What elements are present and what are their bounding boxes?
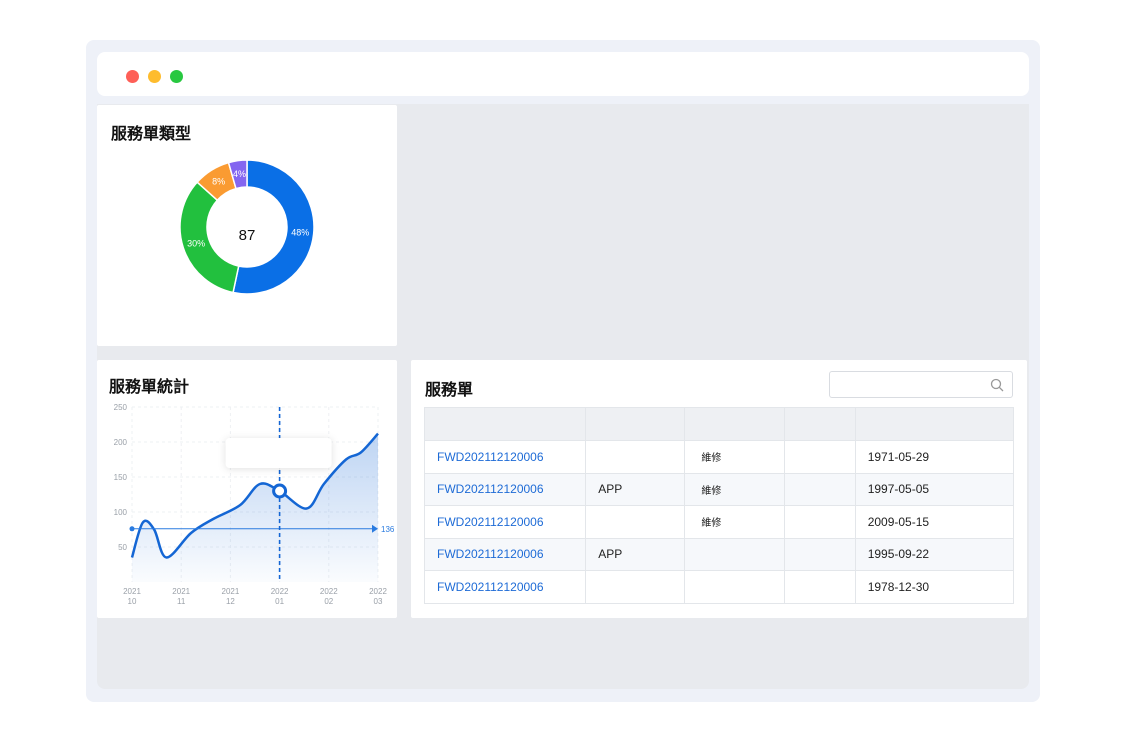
x-tick-month: 11 xyxy=(177,597,186,606)
table-column-header xyxy=(684,407,785,441)
x-tick-month: 10 xyxy=(128,597,137,606)
service-orders-title: 服務單 xyxy=(425,382,474,399)
table-cell xyxy=(783,537,856,571)
table-cell xyxy=(783,440,856,474)
service-orders-table: FWD202112120006 維修 1971-05-29 FWD2021121200… xyxy=(423,407,1015,604)
service-stats-card: 服務單統計 250 200 150 100 50 2021 10 2021 11 2021 12 20… xyxy=(97,360,397,618)
table-column-header xyxy=(585,407,686,441)
table-cell: 1997-05-05 xyxy=(854,472,1015,506)
table-row[interactable]: FWD202112120006 APP 維修 1997-05-05 xyxy=(423,472,1015,506)
order-id-link[interactable]: FWD202112120006 xyxy=(437,482,544,496)
order-date-cell: 1997-05-05 xyxy=(867,482,930,497)
search-icon[interactable] xyxy=(990,378,1004,392)
table-cell: APP xyxy=(585,472,686,506)
x-tick-year: 2021 xyxy=(172,587,190,596)
table-column-header xyxy=(783,407,856,441)
table-cell: 維修 xyxy=(684,440,785,474)
table-cell: 1995-09-22 xyxy=(854,537,1015,571)
order-id-link[interactable]: FWD202112120006 xyxy=(437,547,544,561)
table-cell: FWD202112120006 xyxy=(423,570,587,604)
donut-center-value: 87 xyxy=(238,227,256,244)
order-date-cell: 1978-12-30 xyxy=(867,579,930,594)
order-source-cell: APP xyxy=(598,482,623,497)
order-id-link[interactable]: FWD202112120006 xyxy=(437,580,544,594)
donut-slice-label: 48% xyxy=(291,228,309,238)
donut-slice-label: 30% xyxy=(187,239,205,249)
x-tick-month: 03 xyxy=(374,597,383,606)
x-tick-month: 12 xyxy=(226,597,235,606)
minimize-window-button[interactable] xyxy=(148,70,161,83)
table-cell: 2009-05-15 xyxy=(854,505,1015,539)
y-tick-label: 250 xyxy=(114,403,128,412)
table-cell: FWD202112120006 xyxy=(423,472,587,506)
table-row[interactable]: FWD202112120006 APP 1995-09-22 xyxy=(423,537,1015,571)
window-titlebar xyxy=(97,52,1029,96)
order-type-cell: 維修 xyxy=(701,518,722,530)
order-id-link[interactable]: FWD202112120006 xyxy=(437,450,544,464)
marker-start-point xyxy=(129,526,135,532)
marker-value-label: 136 xyxy=(381,525,395,534)
order-date-cell: 1971-05-29 xyxy=(867,449,930,464)
order-source-cell: APP xyxy=(598,547,623,562)
y-tick-label: 200 xyxy=(114,438,128,447)
x-tick-year: 2021 xyxy=(123,587,141,596)
service-stats-line-chart: 2502001501005020211020211120211220220120… xyxy=(114,403,395,606)
order-date-cell: 1995-09-22 xyxy=(867,547,930,562)
highlight-point[interactable] xyxy=(272,483,288,499)
x-tick-year: 2022 xyxy=(369,587,387,596)
x-tick-year: 2022 xyxy=(271,587,289,596)
close-window-button[interactable] xyxy=(126,70,139,83)
donut-slice-label: 4% xyxy=(233,169,246,179)
maximize-window-button[interactable] xyxy=(170,70,183,83)
search-input[interactable] xyxy=(829,371,1013,398)
table-column-header xyxy=(423,407,587,441)
table-cell xyxy=(585,505,686,539)
table-cell: APP xyxy=(585,537,686,571)
y-tick-label: 150 xyxy=(114,473,128,482)
table-cell: 維修 xyxy=(684,505,785,539)
service-type-card: 服務單類型 48% 30% 8% 4% 87 xyxy=(97,105,397,346)
order-date-cell: 2009-05-15 xyxy=(867,514,930,529)
y-tick-label: 100 xyxy=(114,508,128,517)
order-id-link[interactable]: FWD202112120006 xyxy=(437,515,544,529)
table-cell xyxy=(585,440,686,474)
table-header-row xyxy=(423,407,1015,441)
y-tick-label: 50 xyxy=(118,543,127,552)
x-tick-year: 2021 xyxy=(222,587,240,596)
table-cell xyxy=(684,570,785,604)
order-type-cell: 維修 xyxy=(701,453,722,465)
table-row[interactable]: FWD202112120006 維修 1971-05-29 xyxy=(423,440,1015,474)
table-row[interactable]: FWD202112120006 1978-12-30 xyxy=(423,570,1015,604)
table-cell: FWD202112120006 xyxy=(423,440,587,474)
table-cell xyxy=(585,570,686,604)
table-row[interactable]: FWD202112120006 維修 2009-05-15 xyxy=(423,505,1015,539)
search-field[interactable] xyxy=(836,376,986,394)
service-orders-card: 服務單 FWD202112120006 維修 1971-05-29 FWD202112… xyxy=(411,360,1027,618)
table-cell: FWD202112120006 xyxy=(423,537,587,571)
table-cell: 維修 xyxy=(684,472,785,506)
donut-slice-label: 8% xyxy=(212,177,225,187)
table-cell: 1971-05-29 xyxy=(854,440,1015,474)
service-type-donut-chart: 48% 30% 8% 4% xyxy=(179,159,315,295)
x-tick-month: 02 xyxy=(324,597,333,606)
table-cell xyxy=(783,472,856,506)
table-cell xyxy=(783,505,856,539)
table-cell: 1978-12-30 xyxy=(854,570,1015,604)
tooltip-box xyxy=(225,438,332,468)
x-tick-year: 2022 xyxy=(320,587,338,596)
table-cell xyxy=(783,570,856,604)
table-column-header xyxy=(854,407,1015,441)
table-cell xyxy=(684,537,785,571)
table-cell: FWD202112120006 xyxy=(423,505,587,539)
order-type-cell: 維修 xyxy=(701,485,722,497)
x-tick-month: 01 xyxy=(275,597,284,606)
